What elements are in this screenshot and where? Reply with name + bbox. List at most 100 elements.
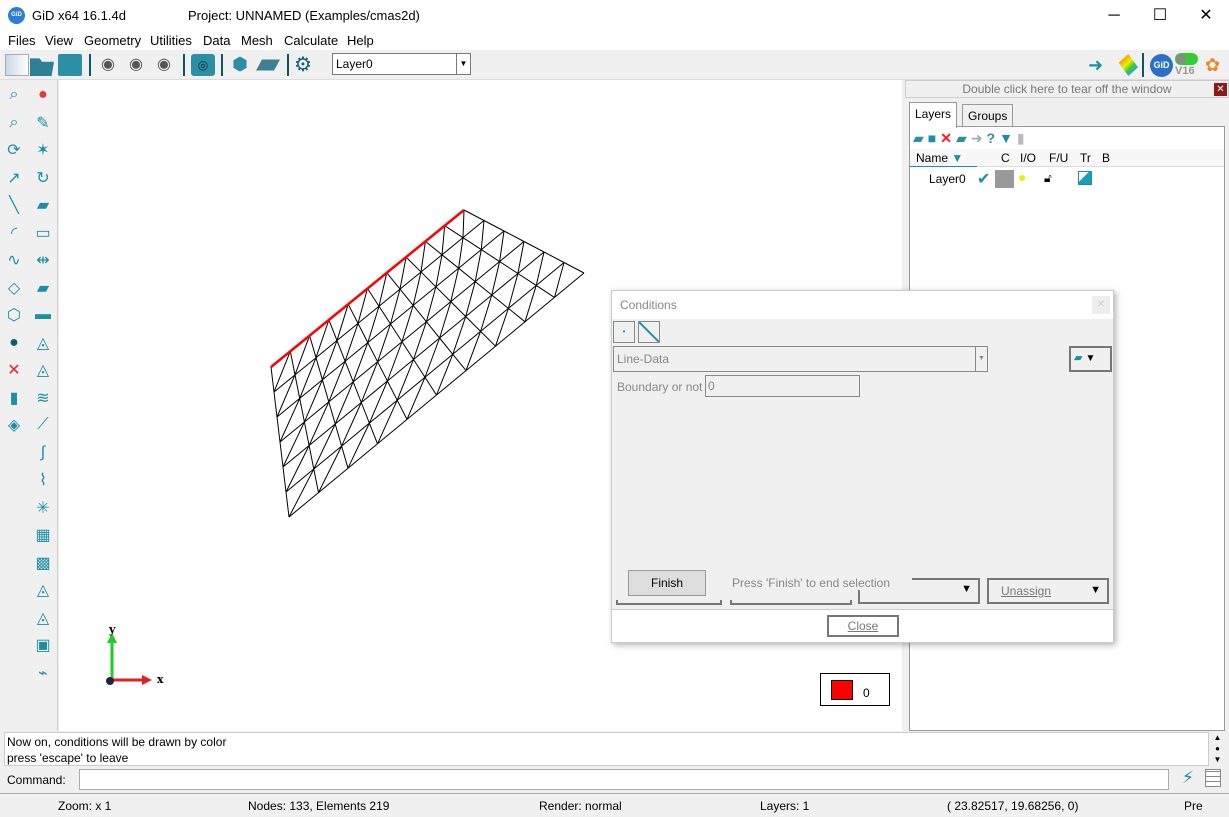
redo-tool-icon[interactable]: ↻: [32, 167, 54, 189]
node-tool-icon[interactable]: ✳: [32, 497, 54, 519]
new-file-icon[interactable]: [5, 54, 29, 76]
help-icon[interactable]: ?: [987, 130, 996, 148]
toggle-switch[interactable]: [1175, 53, 1198, 65]
lightning-icon[interactable]: ⚡︎: [1182, 768, 1194, 788]
menu-utilities[interactable]: Utilities: [150, 33, 192, 48]
box-tool-icon[interactable]: ▭: [32, 222, 54, 244]
new-child-layer-icon[interactable]: ■: [928, 130, 936, 148]
plane-tool-icon[interactable]: ▰: [32, 194, 54, 216]
rotate-tool-icon[interactable]: ⟳: [3, 139, 25, 161]
column-name[interactable]: Name ▼: [910, 149, 977, 167]
mascot-icon[interactable]: ✿: [1205, 55, 1220, 76]
menu-help[interactable]: Help: [347, 33, 374, 48]
line-entity-button[interactable]: [638, 321, 660, 343]
edit-tool-icon[interactable]: ⇹: [32, 249, 54, 271]
close-dialog-button[interactable]: Close: [827, 615, 899, 637]
maximize-button[interactable]: ☐: [1137, 0, 1183, 31]
layer-color-swatch[interactable]: [995, 170, 1014, 188]
volume-tool-icon[interactable]: ⬡: [3, 304, 25, 326]
tear-off-bar[interactable]: Double click here to tear off the window…: [905, 80, 1229, 98]
menu-geometry[interactable]: Geometry: [84, 33, 141, 48]
layer-tool-icon[interactable]: ▰: [32, 277, 54, 299]
unassign-button[interactable]: Unassign ▼: [987, 578, 1109, 604]
curve2-tool-icon[interactable]: ⌇: [32, 469, 54, 491]
screenshot-camera-icon[interactable]: ◎: [191, 54, 215, 76]
filter-icon[interactable]: ▼: [999, 130, 1013, 148]
line-tool-icon[interactable]: ╲: [3, 194, 25, 216]
condition-select[interactable]: Line-Data ▼: [613, 346, 988, 372]
dialog-close-icon[interactable]: ✕: [1092, 296, 1110, 314]
gid-logo-icon[interactable]: GiD: [1150, 54, 1173, 77]
menu-calculate[interactable]: Calculate: [284, 33, 338, 48]
point-entity-button[interactable]: •: [613, 321, 635, 343]
menu-view[interactable]: View: [45, 33, 73, 48]
surf1-tool-icon[interactable]: ◬: [32, 332, 54, 354]
column-freeze[interactable]: F/U: [1049, 151, 1068, 165]
folder-tool-icon[interactable]: ▬: [32, 304, 54, 326]
door-icon[interactable]: ▮: [1017, 130, 1025, 148]
command-input[interactable]: [79, 769, 1169, 790]
arc-tool-icon[interactable]: ◜: [3, 222, 25, 244]
view-eye-icon[interactable]: ◉: [152, 54, 176, 76]
transparency-icon[interactable]: [1078, 171, 1092, 185]
sphere-tool-icon[interactable]: ●: [3, 332, 25, 354]
draw-color-button[interactable]: ▰ ▼: [1069, 346, 1112, 372]
finish-button[interactable]: Finish: [628, 570, 706, 596]
grid-icon[interactable]: [1205, 769, 1221, 787]
mesh2-tool-icon[interactable]: ▩: [32, 552, 54, 574]
surface-tool-icon[interactable]: ◇: [3, 277, 25, 299]
column-color[interactable]: C: [1001, 151, 1010, 165]
message-scrollbar[interactable]: ▲ ● ▼: [1210, 732, 1225, 766]
unlock-icon[interactable]: 🔓︎: [1044, 171, 1052, 186]
delete-tool-icon[interactable]: ✕: [3, 359, 25, 381]
point-tool-icon[interactable]: ↗: [3, 167, 25, 189]
rotate-left-icon[interactable]: ◉: [96, 54, 120, 76]
column-transparency[interactable]: Tr: [1080, 151, 1091, 165]
send-to-layer-icon[interactable]: ▰: [956, 130, 967, 148]
minimize-button[interactable]: ─: [1091, 0, 1137, 31]
mesh-generate-icon[interactable]: ⬢: [228, 54, 252, 76]
panel-close-icon[interactable]: ✕: [1214, 83, 1227, 96]
surf2-tool-icon[interactable]: ◬: [32, 359, 54, 381]
pencil-tool-icon[interactable]: ✎: [32, 112, 54, 134]
mesh3-tool-icon[interactable]: ◬: [32, 579, 54, 601]
settings-gear-icon[interactable]: ⚙: [294, 54, 318, 76]
tab-layers[interactable]: Layers: [909, 102, 958, 128]
copy-tool-icon[interactable]: ▮: [3, 387, 25, 409]
delete-icon[interactable]: ✕: [940, 130, 952, 148]
postprocess-rainbow-icon[interactable]: [1118, 54, 1138, 76]
layer-plane-icon[interactable]: [256, 59, 280, 71]
arrow-right-icon[interactable]: ➜: [1088, 56, 1114, 74]
curve1-tool-icon[interactable]: ∫: [32, 442, 54, 464]
mesh1-tool-icon[interactable]: ▦: [32, 524, 54, 546]
column-on-off[interactable]: I/O: [1020, 151, 1036, 165]
assign-button[interactable]: [616, 600, 722, 605]
layer-select[interactable]: Layer0 ▼: [332, 53, 471, 75]
dimension-tool-icon[interactable]: ✶: [32, 139, 54, 161]
open-folder-icon[interactable]: [30, 58, 54, 76]
boundary-field[interactable]: 0: [705, 375, 860, 397]
cube-tool-icon[interactable]: ▣: [32, 634, 54, 656]
polyline-tool-icon[interactable]: ⌁: [32, 662, 54, 684]
pan-tool-icon[interactable]: ⌕: [3, 112, 25, 134]
chevron-down-icon[interactable]: ▼: [975, 347, 987, 371]
menu-files[interactable]: Files: [8, 33, 35, 48]
line2-tool-icon[interactable]: ⟋: [32, 414, 54, 436]
surf3-tool-icon[interactable]: ≋: [32, 387, 54, 409]
column-back[interactable]: B: [1102, 151, 1110, 165]
spline-tool-icon[interactable]: ∿: [3, 249, 25, 271]
zoom-tool-icon[interactable]: ⌕: [3, 84, 25, 106]
mesh4-tool-icon[interactable]: ◬: [32, 607, 54, 629]
chevron-down-icon[interactable]: ▼: [456, 54, 470, 74]
entities-button[interactable]: [730, 600, 852, 605]
close-button[interactable]: ✕: [1183, 0, 1229, 31]
menu-data[interactable]: Data: [203, 33, 230, 48]
record-tool-icon[interactable]: ●: [32, 84, 54, 106]
rotate-right-icon[interactable]: ◉: [124, 54, 148, 76]
save-icon[interactable]: [58, 54, 82, 76]
new-layer-icon[interactable]: ▰: [913, 130, 924, 148]
move-icon[interactable]: ➜: [971, 130, 983, 148]
menu-mesh[interactable]: Mesh: [241, 33, 273, 48]
mesh-tool-icon[interactable]: ◈: [3, 414, 25, 436]
layer-row[interactable]: Layer0 ✔ ● 🔓︎: [910, 169, 1224, 188]
